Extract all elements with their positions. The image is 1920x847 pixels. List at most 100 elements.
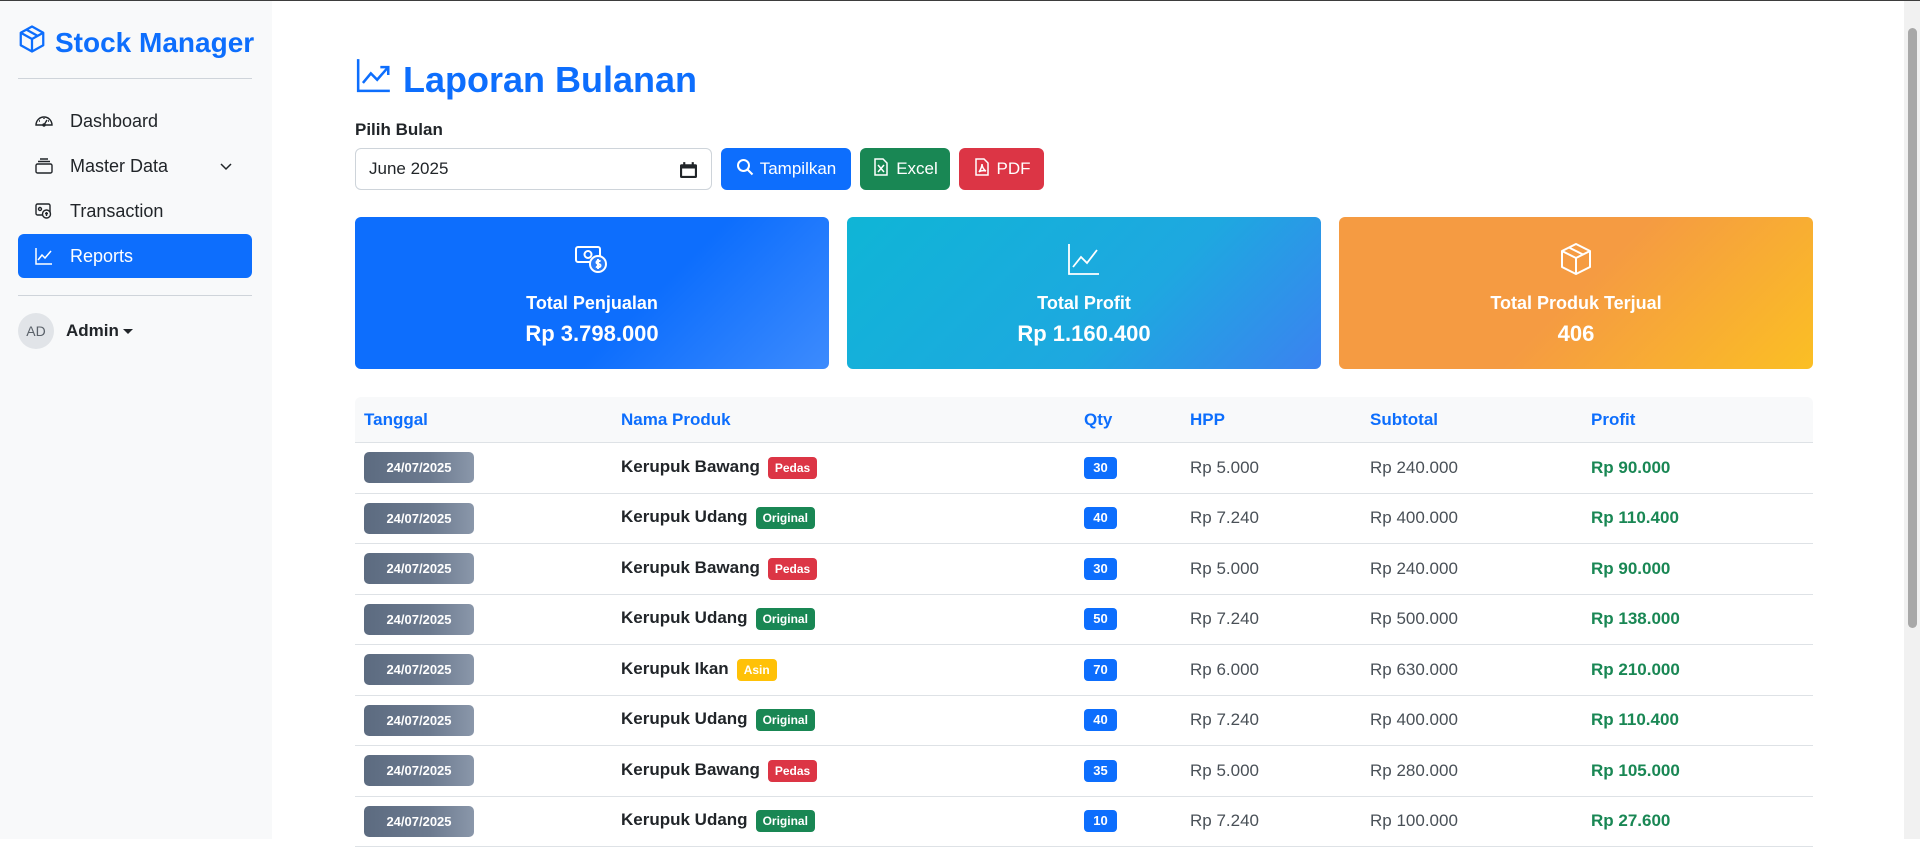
pdf-button-label: PDF [997,159,1031,179]
user-name[interactable]: Admin [66,321,133,341]
month-label: Pilih Bulan [355,120,443,140]
brand[interactable]: Stock Manager [17,24,254,61]
table-row[interactable]: 24/07/2025Kerupuk BawangPedas30Rp 5.000R… [355,544,1813,595]
hpp-cell: Rp 7.240 [1190,710,1370,730]
subtotal-cell: Rp 100.000 [1370,811,1591,831]
product-name: Kerupuk Ikan [621,659,729,678]
scrollbar-thumb[interactable] [1908,28,1917,628]
profit-cell: Rp 210.000 [1591,660,1813,680]
page-title-text: Laporan Bulanan [403,59,697,101]
hpp-cell: Rp 5.000 [1190,458,1370,478]
qty-cell: 30 [1084,457,1190,479]
summary-value: 406 [1339,321,1813,347]
date-badge: 24/07/2025 [364,553,474,584]
qty-cell: 40 [1084,709,1190,731]
product-name: Kerupuk Bawang [621,457,760,476]
date-cell: 24/07/2025 [355,553,621,584]
qty-badge: 40 [1084,709,1117,731]
month-input[interactable]: June 2025 [355,148,712,190]
sidebar-item-label: Transaction [70,201,163,222]
qty-badge: 50 [1084,608,1117,630]
sidebar-item-label: Dashboard [70,111,158,132]
column-header-product[interactable]: Nama Produk [621,410,1084,430]
chevron-down-icon[interactable] [218,158,234,174]
variant-badge: Pedas [768,457,817,479]
column-header-qty[interactable]: Qty [1084,410,1190,430]
date-cell: 24/07/2025 [355,755,621,786]
column-header-profit[interactable]: Profit [1591,410,1813,430]
date-badge: 24/07/2025 [364,654,474,685]
month-value: June 2025 [369,159,448,179]
date-cell: 24/07/2025 [355,654,621,685]
date-badge: 24/07/2025 [364,503,474,534]
column-header-date[interactable]: Tanggal [355,410,621,430]
table-row[interactable]: 24/07/2025Kerupuk BawangPedas30Rp 5.000R… [355,443,1813,494]
table-row[interactable]: 24/07/2025 Kerupuk Udang Original 40 Rp 7.24… [355,696,1813,747]
subtotal-cell: Rp 400.000 [1370,710,1591,730]
product-name: Kerupuk Udang [621,608,748,627]
sidebar-item-master-data[interactable]: Master Data [18,144,252,188]
summary-value: Rp 3.798.000 [355,321,829,347]
date-badge: 24/07/2025 [364,806,474,837]
date-badge: 24/07/2025 [364,604,474,635]
cash-register-icon [34,201,54,221]
table-row[interactable]: 24/07/2025Kerupuk UdangOriginal40Rp 7.24… [355,494,1813,545]
table-row[interactable]: 24/07/2025Kerupuk BawangPedas35Rp 5.000R… [355,746,1813,797]
subtotal-cell: Rp 400.000 [1370,508,1591,528]
hpp-cell: Rp 6.000 [1190,660,1370,680]
variant-badge: Original [756,810,815,832]
subtotal-cell: Rp 240.000 [1370,458,1591,478]
profit-cell: Rp 110.400 [1591,508,1813,528]
subtotal-cell: Rp 240.000 [1370,559,1591,579]
show-button-label: Tampilkan [760,159,837,179]
sidebar: Stock Manager Dashboard Master Data Tran… [0,0,272,839]
sidebar-nav: Dashboard Master Data Transaction Report… [18,99,252,279]
table-row[interactable]: 24/07/2025Kerupuk UdangOriginal10Rp 7.24… [355,797,1813,847]
column-header-hpp[interactable]: HPP [1190,410,1370,430]
graph-up-icon [355,56,393,103]
graph-up-icon [1066,241,1102,277]
scrollbar[interactable] [1904,0,1920,839]
column-header-subtotal[interactable]: Subtotal [1370,410,1591,430]
product-name: Kerupuk Udang [621,507,748,526]
summary-card-profit: Total Profit Rp 1.160.400 [847,217,1321,369]
qty-badge: 10 [1084,810,1117,832]
sidebar-item-dashboard[interactable]: Dashboard [18,99,252,143]
product-cell: Kerupuk UdangOriginal [621,608,1084,630]
qty-cell: 50 [1084,608,1190,630]
sidebar-item-reports[interactable]: Reports [18,234,252,278]
excel-button[interactable]: Excel [860,148,950,190]
summary-value: Rp 1.160.400 [847,321,1321,347]
product-cell: Kerupuk Udang Original [621,709,1084,731]
calendar-icon[interactable] [680,161,697,178]
chart-line-icon [34,246,54,266]
sidebar-item-transaction[interactable]: Transaction [18,189,252,233]
table-body: 24/07/2025Kerupuk BawangPedas30Rp 5.000R… [355,443,1813,847]
variant-badge: Original [756,709,815,731]
qty-cell: 35 [1084,760,1190,782]
window-top-border [0,0,1920,1]
cash-coin-icon [574,241,610,277]
qty-badge: 35 [1084,760,1117,782]
user-menu[interactable]: AD Admin [18,313,133,349]
pdf-button[interactable]: PDF [959,148,1044,190]
summary-label: Total Profit [847,293,1321,314]
table-row[interactable]: 24/07/2025Kerupuk UdangOriginal50Rp 7.24… [355,595,1813,646]
product-cell: Kerupuk UdangOriginal [621,810,1084,832]
variant-badge: Pedas [768,760,817,782]
date-cell: 24/07/2025 [355,705,621,736]
box-icon [1558,241,1594,277]
show-button[interactable]: Tampilkan [721,148,851,190]
product-cell: Kerupuk BawangPedas [621,558,1084,580]
qty-cell: 40 [1084,507,1190,529]
subtotal-cell: Rp 280.000 [1370,761,1591,781]
qty-cell: 70 [1084,659,1190,681]
date-badge: 24/07/2025 [364,705,474,736]
date-cell: 24/07/2025 [355,806,621,837]
sidebar-divider [18,295,252,296]
profit-cell: Rp 138.000 [1591,609,1813,629]
table-row[interactable]: 24/07/2025Kerupuk IkanAsin70Rp 6.000Rp 6… [355,645,1813,696]
summary-label: Total Penjualan [355,293,829,314]
product-name: Kerupuk Udang [621,709,748,728]
box-icon [17,24,47,61]
